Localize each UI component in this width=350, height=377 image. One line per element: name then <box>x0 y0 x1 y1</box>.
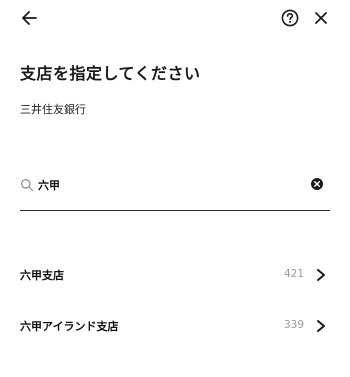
branch-name: 六甲アイランド支店 <box>20 320 119 333</box>
branch-result-row[interactable]: 六甲アイランド支店 339 <box>20 314 330 338</box>
top-bar <box>0 0 350 38</box>
bank-name: 三井住友銀行 <box>20 103 86 116</box>
branch-code: 421 <box>283 268 304 280</box>
back-button[interactable] <box>17 6 41 30</box>
branch-search-field <box>20 170 330 211</box>
help-button[interactable] <box>278 6 302 30</box>
clear-circle-icon[interactable] <box>310 177 324 191</box>
arrow-left-icon <box>22 11 37 25</box>
close-icon <box>315 12 327 24</box>
close-button[interactable] <box>309 6 333 30</box>
chevron-right-icon <box>317 320 325 332</box>
chevron-right-icon <box>317 269 325 281</box>
branch-name: 六甲支店 <box>20 269 64 282</box>
question-circle-icon <box>281 9 299 27</box>
branch-code: 339 <box>283 319 304 331</box>
search-icon <box>21 179 34 192</box>
branch-result-row[interactable]: 六甲支店 421 <box>20 263 330 287</box>
search-input[interactable] <box>38 174 298 196</box>
page-title: 支店を指定してください <box>20 64 201 83</box>
